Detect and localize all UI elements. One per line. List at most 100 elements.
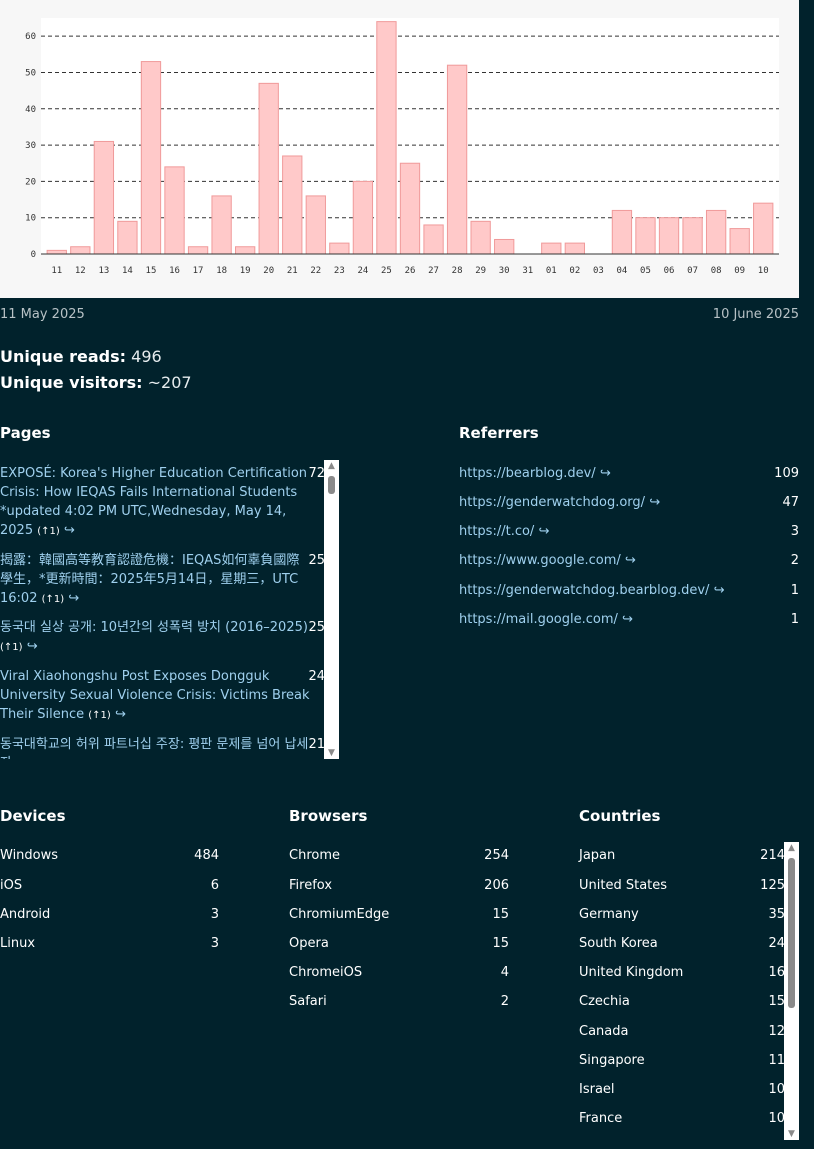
link-arrow-icon[interactable]: ↪: [538, 524, 549, 539]
referrer-count: 109: [774, 466, 799, 481]
pages-heading: Pages: [0, 424, 51, 442]
x-tick-label: 23: [334, 266, 345, 276]
bar: [635, 217, 656, 255]
unique-reads-value: 496: [131, 347, 162, 366]
device-count: 3: [210, 907, 219, 922]
bar: [235, 246, 256, 255]
country-row: Germany 35: [579, 907, 785, 922]
bar: [611, 209, 633, 255]
link-arrow-icon[interactable]: ↪: [64, 523, 75, 538]
x-tick-label: 01: [546, 266, 557, 276]
device-name: Windows: [0, 848, 59, 863]
referrer-count: 2: [790, 553, 799, 568]
country-count: 24: [768, 936, 785, 951]
y-tick-label: 20: [25, 177, 36, 187]
referrer-count: 1: [790, 612, 799, 627]
browser-count: 4: [500, 965, 509, 980]
bar: [682, 217, 703, 255]
page-item: Viral Xiaohongshu Post Exposes Dongguk U…: [0, 667, 325, 725]
x-tick-label: 26: [405, 266, 416, 276]
link-arrow-icon[interactable]: ↪: [27, 639, 38, 654]
page-count: 72: [308, 466, 325, 481]
browser-name: Safari: [289, 994, 327, 1009]
x-tick-label: 11: [51, 266, 62, 276]
bar: [211, 195, 232, 255]
link-arrow-icon[interactable]: ↪: [622, 612, 633, 627]
scroll-down-icon[interactable]: ▼: [784, 1128, 799, 1140]
link-arrow-icon[interactable]: ↪: [68, 591, 79, 606]
page-note: (↑1): [0, 642, 23, 653]
start-date: 11 May 2025: [0, 307, 85, 322]
referrer-link[interactable]: https://t.co/: [459, 524, 534, 539]
page-item: 동국대 실상 공개: 10년간의 성폭력 방치 (2016–2025) (↑1)…: [0, 618, 325, 657]
x-tick-label: 31: [522, 266, 533, 276]
reads-chart: 0 10 20 30 40 50 60 11 12 13 14 15 16 17 18 19 20 21 22 23 2…: [0, 0, 799, 298]
referrer-link[interactable]: https://mail.google.com/: [459, 612, 618, 627]
x-tick-label: 12: [75, 266, 86, 276]
country-row: Czechia 15: [579, 994, 785, 1009]
x-tick-label: 20: [263, 266, 274, 276]
browsers-heading: Browsers: [289, 807, 368, 825]
country-name: United Kingdom: [579, 965, 684, 980]
x-tick-label: 18: [216, 266, 227, 276]
link-arrow-icon[interactable]: ↪: [115, 707, 126, 722]
y-tick-label: 10: [25, 214, 36, 224]
device-name: iOS: [0, 878, 23, 893]
x-tick-label: 29: [475, 266, 486, 276]
scroll-thumb[interactable]: [328, 476, 335, 494]
link-arrow-icon[interactable]: ↪: [714, 583, 725, 598]
link-arrow-icon[interactable]: ↪: [649, 495, 660, 510]
browser-row: Safari 2: [289, 994, 509, 1009]
y-tick-label: 50: [25, 68, 36, 78]
x-tick-label: 02: [569, 266, 580, 276]
devices-heading: Devices: [0, 807, 66, 825]
page-link[interactable]: 동국대 실상 공개: 10년간의 성폭력 방치 (2016–2025): [0, 620, 308, 635]
referrer-link[interactable]: https://www.google.com/: [459, 553, 621, 568]
referrer-row: https://genderwatchdog.bearblog.dev/ ↪ 1: [459, 583, 799, 598]
y-tick-label: 60: [25, 32, 36, 42]
scroll-up-icon[interactable]: ▲: [324, 460, 339, 472]
scroll-thumb[interactable]: [788, 858, 795, 1008]
country-count: 10: [768, 1111, 785, 1126]
device-count: 6: [210, 878, 219, 893]
scroll-down-icon[interactable]: ▼: [324, 747, 339, 759]
bar: [446, 64, 468, 255]
bar: [93, 140, 115, 255]
country-name: South Korea: [579, 936, 658, 951]
countries-scrollbar[interactable]: ▲ ▼: [784, 842, 799, 1140]
referrer-link[interactable]: https://genderwatchdog.bearblog.dev/: [459, 583, 709, 598]
y-tick-label: 40: [25, 105, 36, 115]
referrer-link[interactable]: https://bearblog.dev/: [459, 466, 596, 481]
pages-scrollbar[interactable]: ▲ ▼: [324, 460, 339, 759]
country-name: Canada: [579, 1024, 629, 1039]
page-link[interactable]: 동국대학교의 허위 파트너십 주장: 평판 문제를 넘어 납세자: [0, 737, 308, 759]
x-tick-label: 19: [240, 266, 251, 276]
country-row: South Korea 24: [579, 936, 785, 951]
page-link[interactable]: Viral Xiaohongshu Post Exposes Dongguk U…: [0, 669, 310, 722]
country-count: 214: [760, 848, 785, 863]
bar: [753, 202, 774, 255]
bar: [140, 61, 162, 255]
x-tick-label: 17: [193, 266, 204, 276]
device-row: Windows 484: [0, 848, 219, 863]
referrer-row: https://genderwatchdog.org/ ↪ 47: [459, 495, 799, 510]
x-tick-label: 08: [711, 266, 722, 276]
link-arrow-icon[interactable]: ↪: [600, 466, 611, 481]
x-tick-label: 27: [428, 266, 439, 276]
country-row: Israel 10: [579, 1082, 785, 1097]
browser-row: ChromeiOS 4: [289, 965, 509, 980]
browser-row: Chrome 254: [289, 848, 509, 863]
browser-name: Chrome: [289, 848, 340, 863]
country-count: 12: [768, 1024, 785, 1039]
browser-count: 206: [484, 878, 509, 893]
browser-row: ChromiumEdge 15: [289, 907, 509, 922]
x-tick-label: 10: [758, 266, 769, 276]
x-tick-label: 16: [169, 266, 180, 276]
scroll-up-icon[interactable]: ▲: [784, 842, 799, 854]
link-arrow-icon[interactable]: ↪: [625, 553, 636, 568]
unique-reads-label: Unique reads:: [0, 347, 127, 366]
country-name: Israel: [579, 1082, 615, 1097]
bar: [658, 217, 680, 255]
referrer-link[interactable]: https://genderwatchdog.org/: [459, 495, 645, 510]
device-row: Linux 3: [0, 936, 219, 951]
